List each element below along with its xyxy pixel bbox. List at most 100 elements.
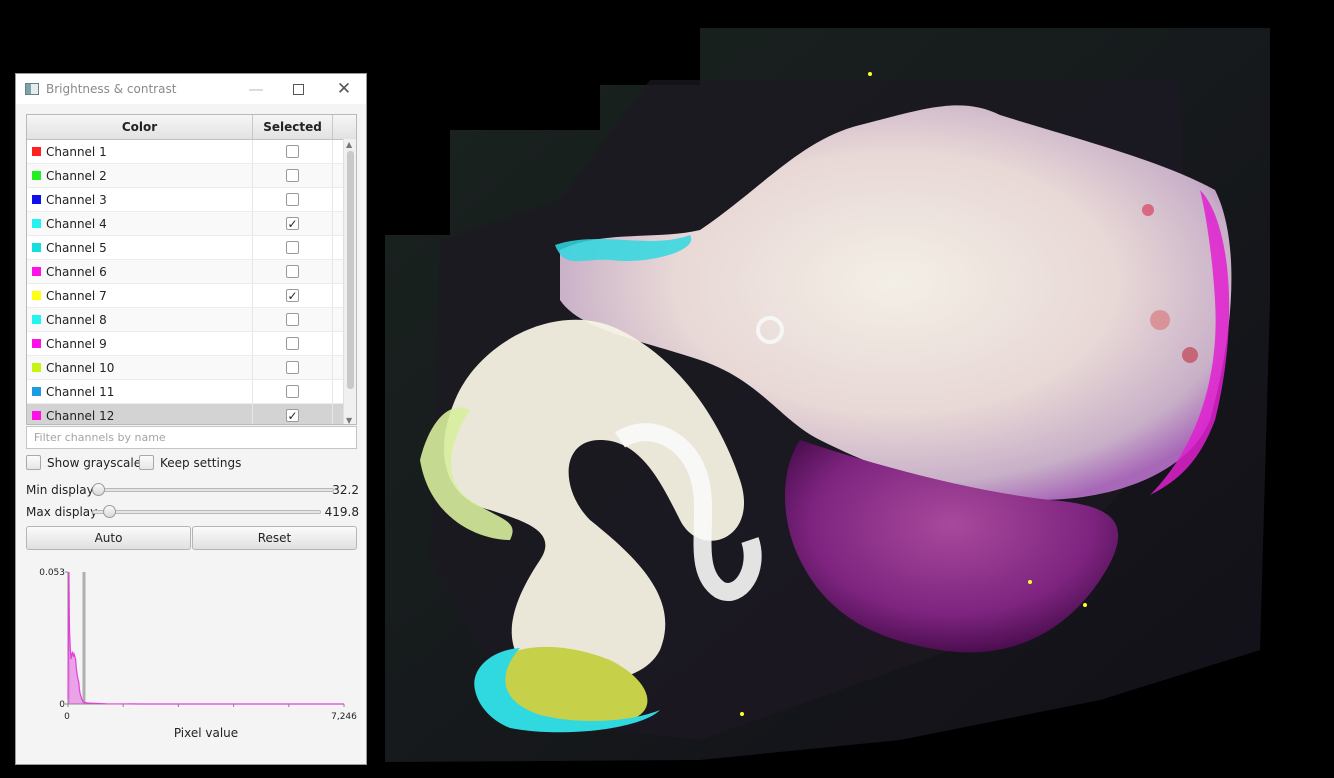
table-row[interactable]: Channel 3 [27, 188, 343, 212]
channel-selected-checkbox[interactable] [286, 265, 299, 278]
channel-name: Channel 12 [46, 408, 115, 423]
channel-selected-checkbox[interactable]: ✓ [286, 409, 299, 422]
column-header-selected[interactable]: Selected [253, 115, 333, 139]
table-body: Channel 1 Channel 2 Channel 3 Channel 4 ✓ Cha… [27, 140, 356, 424]
selected-cell [253, 188, 333, 211]
channel-color-swatch [32, 291, 41, 300]
min-display-label: Min display [26, 483, 94, 497]
scroll-up-arrow-icon[interactable]: ▲ [346, 140, 352, 149]
histogram-line [67, 571, 344, 705]
channel-color-swatch [32, 147, 41, 156]
brightness-contrast-dialog: Brightness & contrast — ✕ Color Selected… [15, 73, 367, 765]
title-bar[interactable]: Brightness & contrast — ✕ [16, 74, 366, 104]
channel-selected-checkbox[interactable] [286, 193, 299, 206]
table-row[interactable]: Channel 5 [27, 236, 343, 260]
table-row[interactable]: Channel 1 [27, 140, 343, 164]
table-row[interactable]: Channel 10 [27, 356, 343, 380]
y-tick-label-min: 0 [59, 700, 65, 710]
channel-name-cell[interactable]: Channel 12 [27, 404, 253, 424]
x-tick-label-max: 7,246 [331, 712, 357, 722]
table-row[interactable]: Channel 12 ✓ [27, 404, 343, 424]
table-scrollbar[interactable]: ▲ ▼ [343, 139, 356, 424]
channel-selected-checkbox[interactable] [286, 241, 299, 254]
channel-name-cell[interactable]: Channel 6 [27, 260, 253, 283]
table-row[interactable]: Channel 7 ✓ [27, 284, 343, 308]
channel-color-swatch [32, 267, 41, 276]
min-display-value: 32.2 [332, 483, 359, 497]
minimize-button[interactable]: — [234, 74, 278, 104]
table-row[interactable]: Channel 6 [27, 260, 343, 284]
channel-table: Color Selected Channel 1 Channel 2 Channel… [26, 114, 357, 425]
channel-name: Channel 1 [46, 144, 107, 159]
histogram-area [68, 572, 344, 704]
channel-color-swatch [32, 171, 41, 180]
channel-selected-checkbox[interactable] [286, 385, 299, 398]
selected-cell [253, 164, 333, 187]
table-row[interactable]: Channel 4 ✓ [27, 212, 343, 236]
channel-name: Channel 7 [46, 288, 107, 303]
channel-name-cell[interactable]: Channel 4 [27, 212, 253, 235]
channel-name-cell[interactable]: Channel 5 [27, 236, 253, 259]
keep-settings-option[interactable]: Keep settings [139, 455, 241, 470]
channel-color-swatch [32, 195, 41, 204]
channel-name: Channel 2 [46, 168, 107, 183]
channel-name: Channel 6 [46, 264, 107, 279]
channel-name-cell[interactable]: Channel 7 [27, 284, 253, 307]
show-grayscale-checkbox[interactable] [26, 455, 41, 470]
channel-name: Channel 3 [46, 192, 107, 207]
column-header-color[interactable]: Color [27, 115, 253, 139]
histogram-chart: 0.053 0 0 7,246 Pixel value [39, 568, 357, 740]
selected-cell [253, 260, 333, 283]
channel-selected-checkbox[interactable] [286, 313, 299, 326]
channel-selected-checkbox[interactable] [286, 169, 299, 182]
channel-color-swatch [32, 339, 41, 348]
channel-name-cell[interactable]: Channel 11 [27, 380, 253, 403]
reset-button[interactable]: Reset [192, 526, 357, 550]
max-display-slider[interactable] [92, 510, 321, 514]
histogram-axes [65, 571, 345, 707]
channel-selected-checkbox[interactable] [286, 145, 299, 158]
close-icon: ✕ [336, 79, 352, 99]
auto-button[interactable]: Auto [26, 526, 191, 550]
minimize-icon: — [248, 80, 264, 98]
close-button[interactable]: ✕ [322, 74, 366, 104]
scroll-down-arrow-icon[interactable]: ▼ [346, 416, 352, 424]
channel-color-swatch [32, 243, 41, 252]
min-display-slider-thumb[interactable] [92, 483, 105, 496]
max-display-value: 419.8 [324, 505, 359, 519]
channel-name-cell[interactable]: Channel 9 [27, 332, 253, 355]
channel-selected-checkbox[interactable]: ✓ [286, 217, 299, 230]
channel-color-swatch [32, 219, 41, 228]
scrollbar-thumb[interactable] [347, 151, 354, 389]
x-axis-label: Pixel value [174, 726, 238, 740]
channel-selected-checkbox[interactable]: ✓ [286, 289, 299, 302]
selected-cell: ✓ [253, 284, 333, 307]
channel-name-cell[interactable]: Channel 8 [27, 308, 253, 331]
table-row[interactable]: Channel 2 [27, 164, 343, 188]
channel-name: Channel 11 [46, 384, 115, 399]
channel-name: Channel 4 [46, 216, 107, 231]
histogram-marks [67, 571, 344, 705]
channel-name: Channel 5 [46, 240, 107, 255]
selected-cell [253, 308, 333, 331]
channel-selected-checkbox[interactable] [286, 361, 299, 374]
channel-name-cell[interactable]: Channel 10 [27, 356, 253, 379]
table-row[interactable]: Channel 9 [27, 332, 343, 356]
channel-name-cell[interactable]: Channel 1 [27, 140, 253, 163]
max-display-slider-thumb[interactable] [102, 505, 116, 518]
table-row[interactable]: Channel 8 [27, 308, 343, 332]
table-header: Color Selected [27, 115, 356, 140]
channel-name-cell[interactable]: Channel 2 [27, 164, 253, 187]
table-row[interactable]: Channel 11 [27, 380, 343, 404]
channel-color-swatch [32, 363, 41, 372]
min-display-slider[interactable] [92, 488, 334, 492]
maximize-button[interactable] [276, 74, 320, 104]
keep-settings-label: Keep settings [160, 455, 242, 470]
y-tick-label-max: 0.053 [39, 568, 65, 578]
channel-selected-checkbox[interactable] [286, 337, 299, 350]
keep-settings-checkbox[interactable] [139, 455, 154, 470]
filter-channels-input[interactable] [26, 426, 357, 449]
channel-name-cell[interactable]: Channel 3 [27, 188, 253, 211]
show-grayscale-option[interactable]: Show grayscale [26, 455, 141, 470]
table-header-corner [333, 115, 356, 139]
